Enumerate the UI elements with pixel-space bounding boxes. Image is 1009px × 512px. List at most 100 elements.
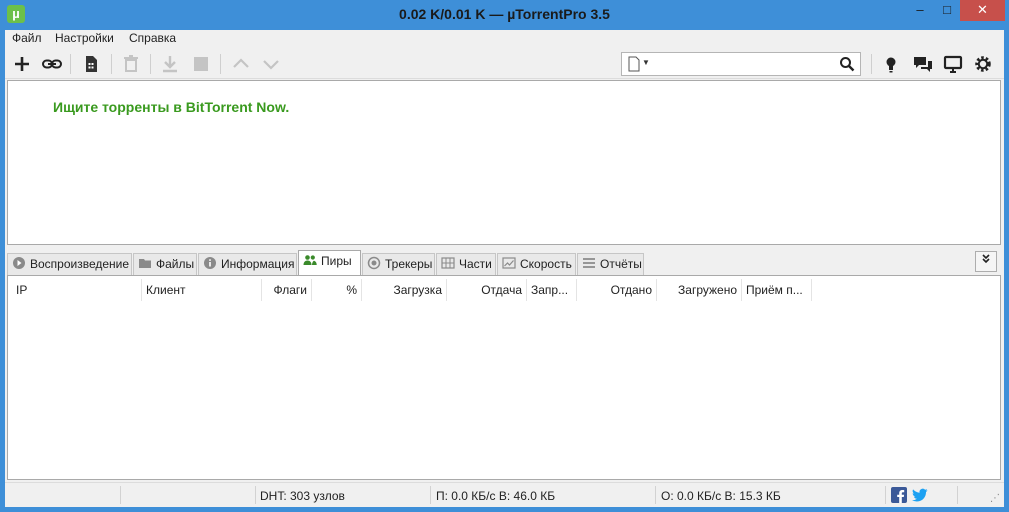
column-header-percent[interactable]: % (312, 279, 362, 301)
info-icon (204, 257, 216, 269)
twitter-icon[interactable] (912, 487, 928, 503)
bittorrent-now-link[interactable]: Ищите торренты в BitTorrent Now. (53, 99, 289, 115)
resize-grip-icon[interactable]: ⋰ (990, 493, 1000, 504)
move-down-button[interactable] (259, 52, 283, 76)
add-torrent-button[interactable] (10, 52, 34, 76)
tab-pieces[interactable]: Части (436, 253, 496, 275)
status-divider (430, 486, 431, 504)
maximize-button[interactable]: □ (934, 0, 960, 21)
peers-list-pane[interactable]: IP Клиент Флаги % Загрузка Отдача Запр..… (7, 275, 1001, 480)
tab-label: Воспроизведение (30, 257, 130, 271)
play-icon (13, 257, 25, 269)
torrent-list-pane[interactable]: Ищите торренты в BitTorrent Now. (7, 80, 1001, 245)
tab-label: Файлы (156, 257, 195, 271)
peers-table-header: IP Клиент Флаги % Загрузка Отдача Запр..… (12, 279, 1000, 301)
status-divider (885, 486, 886, 504)
remote-button[interactable] (941, 52, 965, 76)
start-download-button[interactable] (158, 52, 182, 76)
search-input[interactable] (656, 55, 834, 73)
status-divider (957, 486, 958, 504)
log-icon (583, 258, 595, 268)
toolbar-separator (70, 54, 71, 74)
download-icon (163, 56, 177, 73)
search-box: ▼ (621, 52, 861, 76)
column-header-uploaded[interactable]: Отдано (577, 279, 657, 301)
add-link-button[interactable] (40, 52, 64, 76)
stop-icon (194, 57, 208, 71)
tab-label: Отчёты (600, 257, 642, 271)
delete-icon (124, 55, 138, 72)
title-bar[interactable]: µ 0.02 K/0.01 K — µTorrentPro 3.5 – □ ✕ (0, 0, 1009, 30)
link-icon (42, 59, 62, 69)
tab-files[interactable]: Файлы (133, 253, 197, 275)
menu-file[interactable]: Файл (12, 31, 42, 45)
column-header-peer-dl[interactable]: Приём п... (742, 279, 812, 301)
column-header-download[interactable]: Загрузка (362, 279, 447, 301)
search-provider-icon[interactable] (627, 56, 641, 72)
create-torrent-icon (86, 56, 97, 72)
upload-status[interactable]: О: 0.0 КБ/с В: 15.3 КБ (661, 489, 781, 503)
status-bar: DHT: 303 узлов П: 0.0 КБ/с В: 46.0 КБ О:… (5, 482, 1004, 507)
toolbar: ▼ (5, 48, 1004, 79)
details-tabs: Воспроизведение Файлы Информация Пиры Тр… (5, 248, 1004, 275)
collapse-details-button[interactable] (975, 251, 997, 272)
tab-playback[interactable]: Воспроизведение (7, 253, 132, 275)
pieces-icon (441, 257, 455, 269)
status-divider (120, 486, 121, 504)
dht-status[interactable]: DHT: 303 узлов (260, 489, 345, 503)
tracker-icon (367, 256, 381, 270)
toolbar-separator (220, 54, 221, 74)
app-window: µ 0.02 K/0.01 K — µTorrentPro 3.5 – □ ✕ … (0, 0, 1009, 512)
tab-logs[interactable]: Отчёты (577, 253, 644, 275)
tab-info[interactable]: Информация (198, 253, 297, 275)
chat-icon (914, 57, 932, 72)
minimize-button[interactable]: – (906, 0, 934, 21)
folder-icon (139, 259, 151, 268)
bulb-icon (886, 57, 896, 73)
remote-icon (943, 55, 963, 73)
delete-button[interactable] (119, 52, 143, 76)
settings-button[interactable] (971, 52, 995, 76)
tab-speed[interactable]: Скорость (497, 253, 576, 275)
bulb-button[interactable] (879, 52, 903, 76)
search-icon[interactable] (838, 55, 856, 73)
column-header-downloaded[interactable]: Загружено (657, 279, 742, 301)
status-divider (255, 486, 256, 504)
tab-label: Трекеры (385, 257, 433, 271)
speed-icon (502, 257, 516, 269)
move-down-icon (263, 60, 279, 70)
menu-bar: Файл Настройки Справка (5, 30, 1004, 48)
column-header-client[interactable]: Клиент (142, 279, 262, 301)
column-header-flags[interactable]: Флаги (262, 279, 312, 301)
menu-help[interactable]: Справка (129, 31, 176, 45)
download-status[interactable]: П: 0.0 КБ/с В: 46.0 КБ (436, 489, 555, 503)
settings-icon (975, 56, 991, 72)
close-button[interactable]: ✕ (960, 0, 1005, 21)
tab-trackers[interactable]: Трекеры (362, 253, 435, 275)
toolbar-separator (150, 54, 151, 74)
menu-settings[interactable]: Настройки (55, 31, 114, 45)
move-up-icon (233, 58, 249, 68)
tab-peers[interactable]: Пиры (298, 250, 361, 275)
tab-label: Пиры (321, 254, 352, 268)
toolbar-separator (871, 54, 872, 74)
tab-label: Части (459, 257, 492, 271)
stop-button[interactable] (189, 52, 213, 76)
chat-button[interactable] (911, 52, 935, 76)
column-header-ip[interactable]: IP (12, 279, 142, 301)
move-up-button[interactable] (229, 52, 253, 76)
toolbar-separator (111, 54, 112, 74)
search-provider-dropdown[interactable]: ▼ (642, 58, 650, 67)
facebook-icon[interactable] (891, 487, 907, 503)
plus-icon (15, 57, 29, 71)
column-header-upload[interactable]: Отдача (447, 279, 527, 301)
create-torrent-button[interactable] (79, 52, 103, 76)
window-title: 0.02 K/0.01 K — µTorrentPro 3.5 (399, 6, 610, 22)
client-area: Файл Настройки Справка ▼ Ищите торренты … (5, 30, 1004, 507)
tab-label: Скорость (520, 257, 572, 271)
tab-label: Информация (221, 257, 295, 271)
double-chevron-down-icon (982, 254, 990, 264)
column-header-requests[interactable]: Запр... (527, 279, 577, 301)
status-divider (655, 486, 656, 504)
peers-icon (303, 255, 317, 265)
